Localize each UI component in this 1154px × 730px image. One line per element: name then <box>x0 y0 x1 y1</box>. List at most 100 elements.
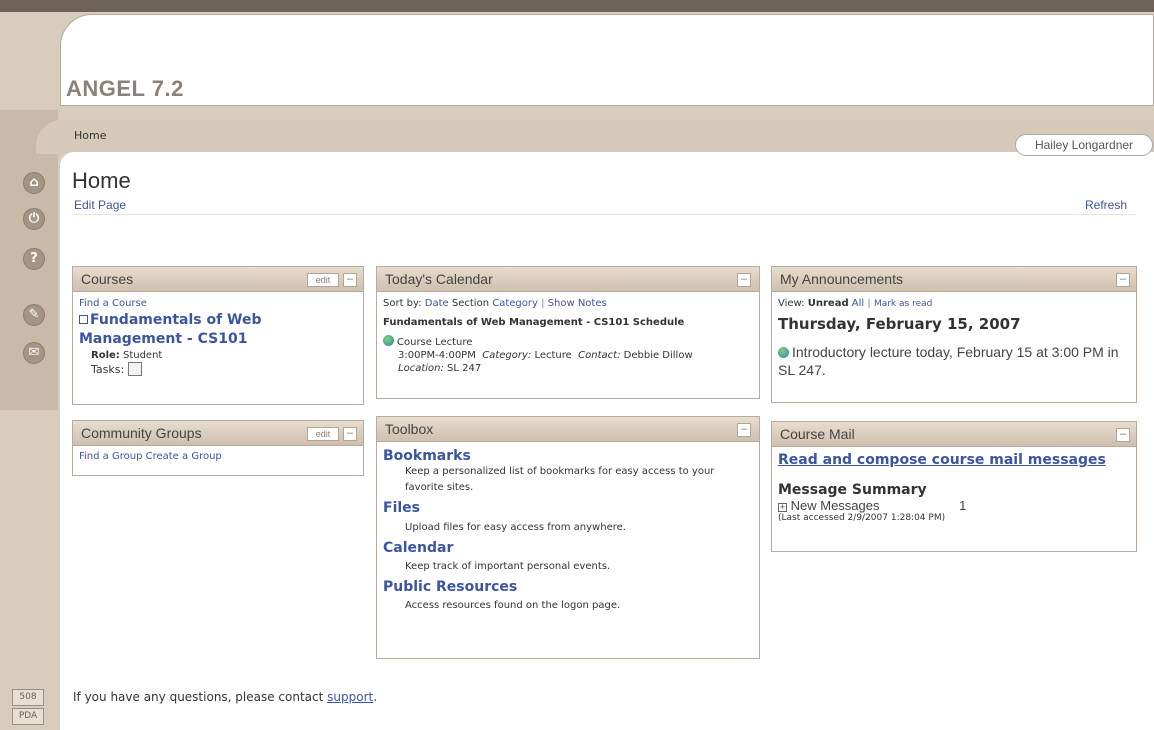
calendar-minimize-button[interactable]: – <box>737 273 751 287</box>
event-name[interactable]: Course Lecture <box>397 337 472 348</box>
courses-minimize-button[interactable]: – <box>343 273 357 287</box>
find-course-link[interactable]: Find a Course <box>79 297 357 311</box>
location-label: Location: <box>398 363 444 374</box>
home-icon[interactable]: ⌂ <box>23 172 45 194</box>
separator: | <box>541 298 545 309</box>
category-value: Lecture <box>534 350 572 361</box>
course-item: Fundamentals of Web Management - CS101 <box>79 311 357 349</box>
mark-as-read-link[interactable]: Mark as read <box>874 299 932 309</box>
location-value: SL 247 <box>447 363 482 374</box>
view-unread[interactable]: Unread <box>808 298 849 309</box>
show-notes-link[interactable]: Show Notes <box>548 298 607 309</box>
create-group-link[interactable]: Create a Group <box>146 451 222 462</box>
courses-header: Courses edit – <box>73 267 363 292</box>
chat-icon[interactable]: ✉ <box>23 342 45 364</box>
announcements-panel: My Announcements – View: Unread All | Ma… <box>771 266 1137 403</box>
course-mail-title: Course Mail <box>780 426 855 442</box>
toolbox-title: Toolbox <box>385 421 434 437</box>
contact-value: Debbie Dillow <box>623 350 693 361</box>
new-messages-count: 1 <box>959 498 967 513</box>
courses-edit-button[interactable]: edit <box>307 273 339 287</box>
event-time: 3:00PM-4:00PM <box>398 350 476 361</box>
accessibility-508-button[interactable]: 508 <box>12 689 44 706</box>
message-summary-title: Message Summary <box>778 482 927 498</box>
calendar-panel: Today's Calendar – Sort by: Date Section… <box>376 266 760 399</box>
sort-category-link[interactable]: Category <box>492 298 538 309</box>
announcements-view-bar: View: Unread All | Mark as read <box>778 297 1130 311</box>
public-resources-link[interactable]: Public Resources <box>383 579 753 595</box>
header-banner <box>60 14 1154 106</box>
community-minimize-button[interactable]: – <box>343 427 357 441</box>
course-role: Role: Student <box>79 349 357 362</box>
view-label: View: <box>778 298 805 309</box>
app-title: ANGEL 7.2 <box>66 76 184 101</box>
tools-icon[interactable]: ✎ <box>23 304 45 326</box>
course-mail-header: Course Mail – <box>772 422 1136 447</box>
courses-panel: Courses edit – Find a Course Fundamental… <box>72 266 364 405</box>
new-messages-row[interactable]: + New Messages 1 <box>778 498 1130 513</box>
power-icon[interactable]: ⏻ <box>23 208 45 230</box>
announcement-text[interactable]: Introductory lecture today, February 15 … <box>778 344 1119 378</box>
footer-message: If you have any questions, please contac… <box>73 690 324 704</box>
last-accessed: (Last accessed 2/9/2007 1:28:04 PM) <box>778 513 946 523</box>
sort-section[interactable]: Section <box>452 298 489 309</box>
breadcrumb-bar <box>36 120 1154 154</box>
schedule-title: Fundamentals of Web Management - CS101 S… <box>383 317 685 328</box>
course-mail-panel: Course Mail – Read and compose course ma… <box>771 421 1137 552</box>
announcement-item: Introductory lecture today, February 15 … <box>778 343 1130 379</box>
course-link[interactable]: Fundamentals of Web Management - CS101 <box>79 312 262 347</box>
help-icon[interactable]: ? <box>23 248 45 270</box>
files-desc: Upload files for easy access from anywhe… <box>405 522 626 533</box>
compose-mail-link[interactable]: Read and compose course mail messages <box>778 452 1130 468</box>
bookmarks-link[interactable]: Bookmarks <box>383 448 753 464</box>
announcements-minimize-button[interactable]: – <box>1116 273 1130 287</box>
globe-icon <box>778 347 789 358</box>
page-title: Home <box>72 168 131 193</box>
announcements-header: My Announcements – <box>772 267 1136 292</box>
calendar-sort-bar: Sort by: Date Section Category | Show No… <box>383 297 753 310</box>
course-mail-minimize-button[interactable]: – <box>1116 428 1130 442</box>
role-value: Student <box>122 350 163 361</box>
sort-date-link[interactable]: Date <box>425 298 449 309</box>
public-resources-desc: Access resources found on the logon page… <box>405 600 621 611</box>
announcement-date: Thursday, February 15, 2007 <box>778 315 1021 333</box>
title-divider <box>72 214 1136 215</box>
sort-label: Sort by: <box>383 298 422 309</box>
courses-title: Courses <box>81 271 134 287</box>
separator: | <box>867 298 871 309</box>
new-messages-label: New Messages <box>790 498 880 513</box>
contact-label: Contact: <box>578 350 621 361</box>
breadcrumb[interactable]: Home <box>74 129 106 142</box>
footer-period: . <box>373 690 378 704</box>
community-edit-button[interactable]: edit <box>307 427 339 441</box>
globe-icon <box>383 335 394 346</box>
tasks-label: Tasks: <box>91 363 125 376</box>
calendar-header: Today's Calendar – <box>377 267 759 292</box>
toolbox-panel: Toolbox – Bookmarks Keep a personalized … <box>376 416 760 659</box>
expand-icon[interactable]: + <box>778 503 787 512</box>
event-location: Location: SL 247 <box>383 362 753 375</box>
files-link[interactable]: Files <box>383 500 753 516</box>
view-all-link[interactable]: All <box>852 298 864 309</box>
top-band <box>0 0 1154 12</box>
calendar-title: Today's Calendar <box>385 271 493 287</box>
role-label: Role: <box>91 350 120 361</box>
toolbox-header: Toolbox – <box>377 417 759 442</box>
refresh-link[interactable]: Refresh <box>1085 198 1127 212</box>
calendar-link[interactable]: Calendar <box>383 540 753 556</box>
edit-page-link[interactable]: Edit Page <box>74 198 126 212</box>
find-group-link[interactable]: Find a Group <box>79 451 142 462</box>
pda-button[interactable]: PDA <box>12 708 44 725</box>
community-groups-title: Community Groups <box>81 425 202 441</box>
support-link[interactable]: support <box>327 690 373 704</box>
category-label: Category: <box>482 350 532 361</box>
user-menu-button[interactable]: Hailey Longardner <box>1015 134 1153 156</box>
course-tasks: Tasks: <box>79 362 357 377</box>
bookmarks-desc: Keep a personalized list of bookmarks fo… <box>405 466 715 493</box>
announcements-title: My Announcements <box>780 271 903 287</box>
event-details: 3:00PM-4:00PM Category: Lecture Contact:… <box>383 349 753 362</box>
community-groups-header: Community Groups edit – <box>73 421 363 446</box>
tasks-icon[interactable] <box>127 362 142 376</box>
community-groups-panel: Community Groups edit – Find a Group Cre… <box>72 420 364 476</box>
toolbox-minimize-button[interactable]: – <box>737 423 751 437</box>
